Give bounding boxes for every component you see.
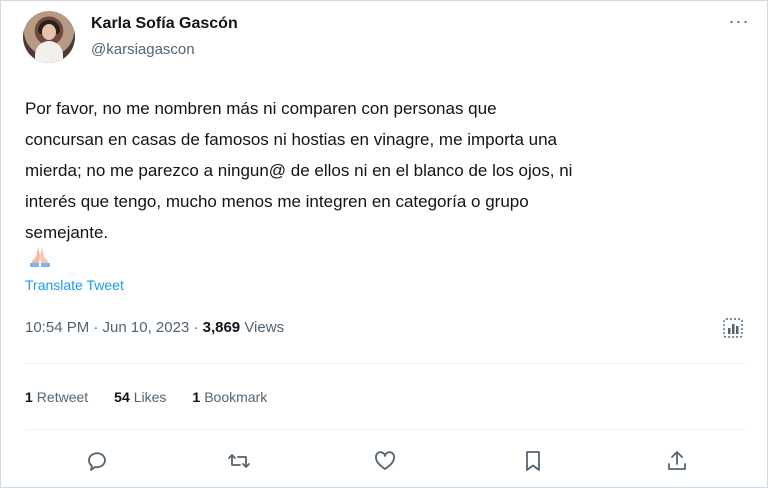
tweet-text: Por favor, no me nombren más ni comparen… [25, 99, 573, 242]
translate-tweet-link[interactable]: Translate Tweet [25, 277, 124, 293]
likes-label: Likes [133, 389, 167, 405]
bookmark-icon [526, 451, 540, 471]
likes-stat[interactable]: 54 Likes [114, 389, 166, 405]
bookmark-button[interactable] [519, 447, 547, 475]
like-icon [375, 451, 395, 470]
views-label: Views [244, 319, 285, 336]
analytics-icon[interactable] [721, 315, 745, 341]
avatar-face [42, 24, 56, 40]
timestamp[interactable]: 10:54 PM · Jun 10, 2023 · [25, 319, 203, 336]
more-options-icon[interactable]: ··· [727, 11, 751, 35]
tweet-meta: 10:54 PM · Jun 10, 2023 · 3,869 Views [25, 319, 284, 336]
retweet-icon [228, 454, 250, 468]
retweet-button[interactable] [225, 447, 253, 475]
divider [25, 429, 745, 430]
share-button[interactable] [663, 447, 691, 475]
like-button[interactable] [371, 447, 399, 475]
reply-icon [88, 452, 106, 471]
likes-count: 54 [114, 389, 130, 405]
divider [25, 363, 745, 364]
reply-button[interactable] [83, 447, 111, 475]
action-bar [1, 441, 768, 481]
share-icon [668, 451, 686, 470]
bookmarks-count: 1 [192, 389, 201, 405]
author-name[interactable]: Karla Sofía Gascón [91, 15, 238, 33]
avatar-body [35, 41, 63, 63]
tweet-stats: 1 Retweet 54 Likes 1 Bookmark [25, 389, 267, 405]
avatar[interactable] [23, 11, 75, 63]
views-count: 3,869 [202, 319, 241, 336]
author-handle[interactable]: @karsiagascon [91, 41, 195, 58]
folded-hands-icon [30, 247, 50, 267]
bookmarks-label: Bookmark [204, 389, 268, 405]
bookmarks-stat[interactable]: 1 Bookmark [192, 389, 267, 405]
retweets-label: Retweet [36, 389, 89, 405]
tweet-card: Karla Sofía Gascón @karsiagascon ··· Por… [0, 0, 768, 488]
retweets-stat[interactable]: 1 Retweet [25, 389, 88, 405]
retweets-count: 1 [25, 389, 33, 405]
